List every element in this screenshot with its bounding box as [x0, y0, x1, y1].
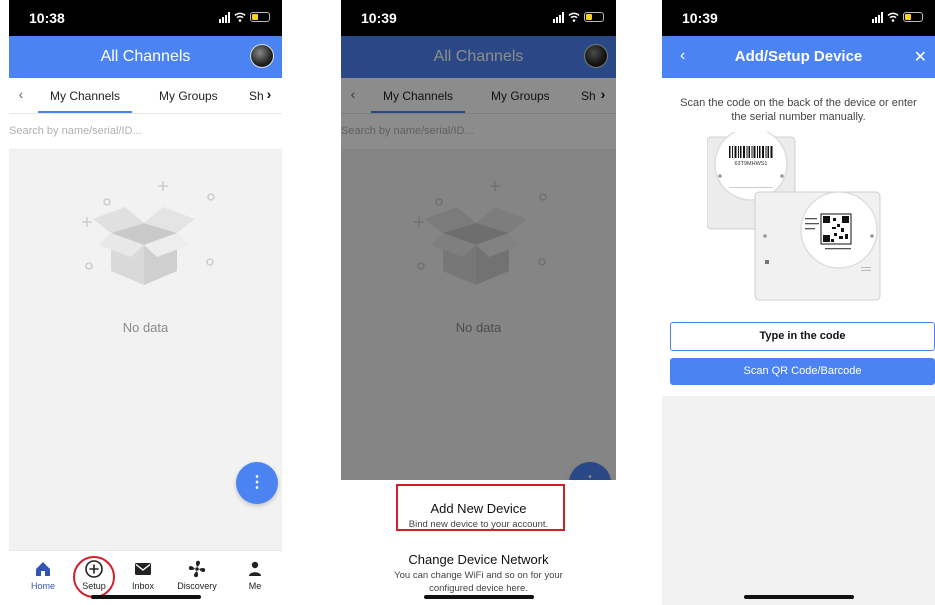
- search-input[interactable]: [9, 125, 249, 137]
- tab-scroll-left-icon[interactable]: ‹: [12, 86, 30, 102]
- status-time: 10:38: [29, 10, 65, 26]
- battery-icon: [903, 12, 923, 22]
- nav-item-discovery[interactable]: Discovery: [169, 559, 225, 591]
- home-icon: [36, 562, 50, 576]
- signal-icon: [872, 11, 883, 23]
- tab-my-channels[interactable]: My Channels: [37, 89, 133, 113]
- home-indicator: [423, 595, 534, 599]
- device-label-illustration: 63T9MHWS1: [707, 132, 881, 301]
- nav-label-me: Me: [248, 581, 262, 591]
- serial-number-label: 63T9MHWS1: [734, 161, 767, 167]
- setup-highlight-circle: [73, 556, 115, 598]
- wifi-icon: [234, 12, 246, 22]
- type-code-button[interactable]: Type in the code: [670, 322, 935, 351]
- status-bar: 10:39: [662, 0, 935, 36]
- change-network-title: Change Device Network: [408, 552, 549, 567]
- close-button[interactable]: ✕: [914, 47, 927, 67]
- avatar[interactable]: [250, 44, 274, 68]
- home-indicator: [90, 595, 201, 599]
- channel-list-area: No data ⋮: [9, 150, 282, 550]
- nav-label-home: Home: [30, 581, 55, 591]
- page-title: Add/Setup Device: [734, 48, 863, 65]
- phone-screen-channels: 10:38 All Channels ‹ My Channels My Grou…: [9, 0, 282, 605]
- status-bar: 10:38: [9, 0, 282, 36]
- mail-icon: [135, 563, 151, 575]
- status-bar: 10:39: [341, 0, 616, 36]
- tab-bar: ‹ My Channels My Groups Sha ›: [9, 78, 282, 114]
- page-title: All Channels: [100, 48, 191, 65]
- person-icon: [249, 561, 261, 576]
- change-network-subtitle-1: You can change WiFi and so on for your: [394, 570, 563, 581]
- scan-instructions: Scan the code on the back of the device …: [662, 96, 935, 124]
- status-icons: [219, 11, 270, 23]
- phone-screen-add-device: 10:39 ‹ Add/Setup Device ✕ Scan the code…: [662, 0, 935, 605]
- tab-my-groups[interactable]: My Groups: [159, 89, 218, 103]
- tab-scroll-right-icon[interactable]: ›: [260, 86, 278, 102]
- wifi-icon: [887, 12, 899, 22]
- empty-area: [662, 396, 935, 605]
- home-indicator: [743, 595, 854, 599]
- wifi-icon: [568, 12, 580, 22]
- nav-item-inbox[interactable]: Inbox: [115, 559, 171, 591]
- empty-box-icon: [82, 181, 215, 285]
- qr-code-icon: [820, 213, 852, 245]
- nav-item-home[interactable]: Home: [15, 559, 71, 591]
- more-options-button[interactable]: ⋮: [236, 462, 278, 504]
- change-network-subtitle-2: configured device here.: [429, 583, 528, 594]
- signal-icon: [553, 11, 564, 23]
- status-time: 10:39: [682, 10, 718, 26]
- scan-qr-button[interactable]: Scan QR Code/Barcode: [670, 358, 935, 385]
- battery-icon: [250, 12, 270, 22]
- status-icons: [553, 11, 604, 23]
- battery-icon: [584, 12, 604, 22]
- fan-icon: [188, 560, 206, 578]
- nav-label-discovery: Discovery: [177, 581, 217, 591]
- instruction-line-1: Scan the code on the back of the device …: [680, 97, 917, 109]
- app-bar: ‹ Add/Setup Device ✕: [662, 36, 935, 78]
- add-device-highlight-box: [396, 484, 565, 531]
- modal-backdrop[interactable]: [341, 36, 616, 480]
- status-icons: [872, 11, 923, 23]
- barcode-icon: [729, 146, 773, 158]
- nav-item-me[interactable]: Me: [227, 559, 282, 591]
- search-bar: [9, 114, 282, 150]
- signal-icon: [219, 11, 230, 23]
- change-device-network-option[interactable]: Change Device Network You can change WiF…: [341, 552, 616, 595]
- empty-state-text: No data: [122, 320, 169, 335]
- instruction-line-2: the serial number manually.: [731, 111, 866, 123]
- app-bar: All Channels: [9, 36, 282, 78]
- nav-label-inbox: Inbox: [131, 581, 155, 591]
- phone-screen-setup-menu: 10:39 All Channels ‹ My Channels My Grou…: [341, 0, 616, 605]
- status-time: 10:39: [361, 10, 397, 26]
